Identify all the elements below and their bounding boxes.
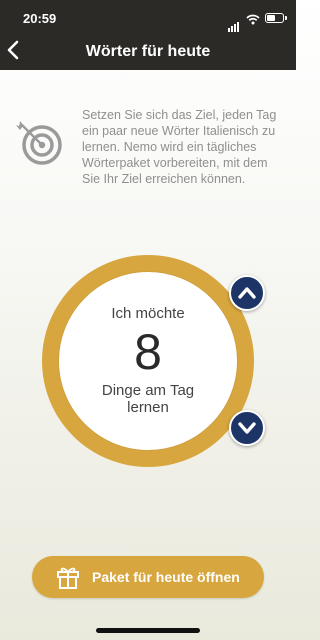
home-indicator: [96, 628, 200, 633]
increase-button[interactable]: [229, 275, 265, 311]
goal-suffix-text: Dinge am Tag lernen: [101, 382, 195, 416]
decrease-button[interactable]: [229, 410, 265, 446]
wifi-icon: [246, 12, 260, 30]
cellular-signal-icon: [228, 14, 240, 32]
chevron-up-icon: [238, 287, 256, 299]
open-package-button[interactable]: Paket für heute öffnen: [32, 556, 264, 598]
top-bar: 20:59 Wörter für heute: [0, 0, 296, 70]
target-icon: [14, 118, 66, 175]
gift-icon: [56, 564, 80, 595]
chevron-down-icon: [238, 422, 256, 434]
status-bar: 20:59: [0, 0, 296, 34]
goal-value: 8: [134, 324, 162, 380]
open-package-label: Paket für heute öffnen: [92, 569, 240, 585]
intro-description: Setzen Sie sich das Ziel, jeden Tag ein …: [82, 108, 277, 186]
battery-icon: [265, 13, 287, 23]
status-time: 20:59: [23, 11, 57, 26]
page-title: Wörter für heute: [85, 43, 211, 60]
